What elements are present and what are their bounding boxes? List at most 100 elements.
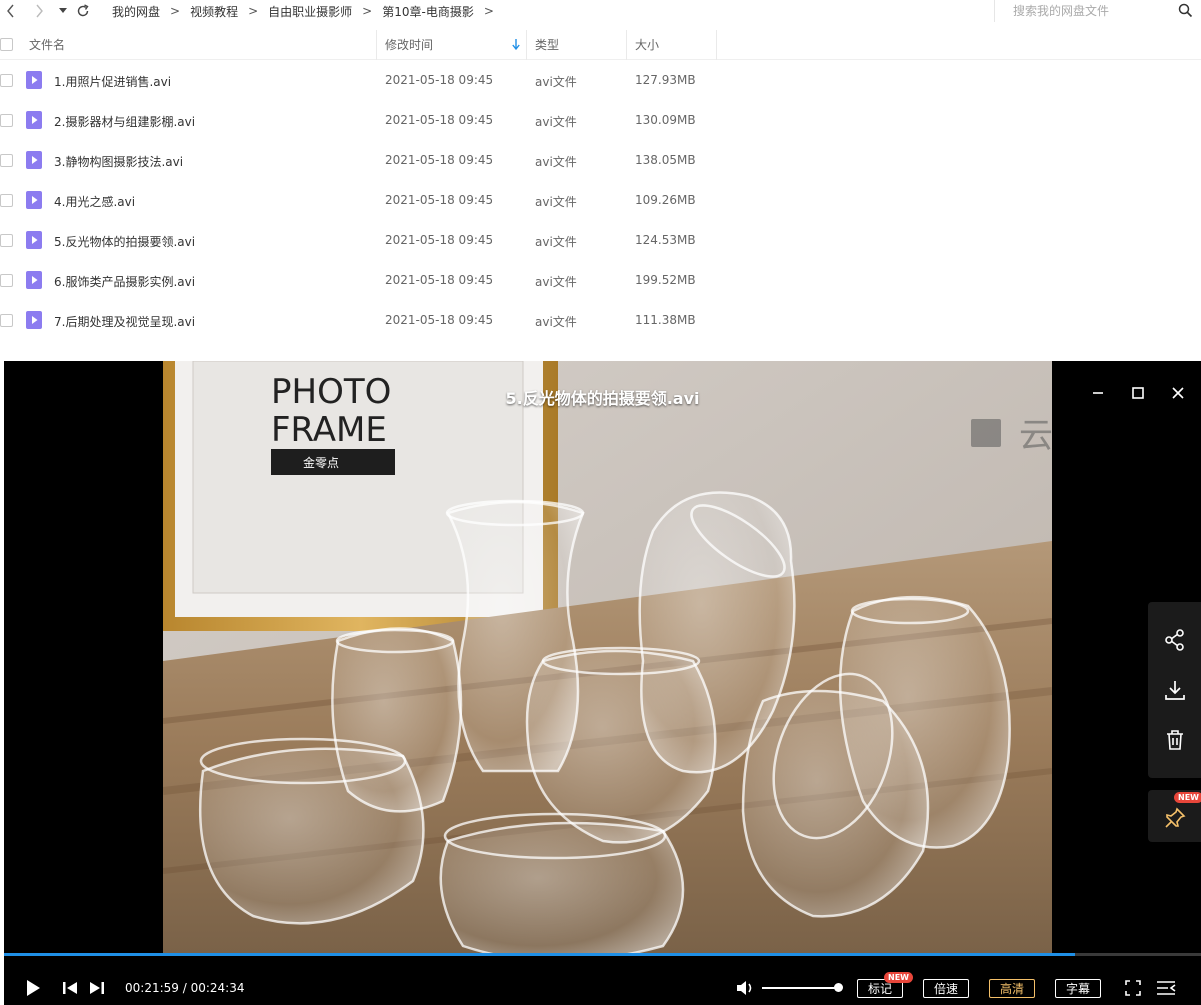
breadcrumb-separator[interactable]: > [480, 4, 498, 18]
column-header-time[interactable]: 修改时间 [377, 29, 527, 60]
next-icon[interactable] [87, 978, 107, 998]
progress-bar-fill [4, 953, 1076, 956]
file-list: 1.用照片促进销售.avi 2021-05-18 09:45 avi文件 127… [0, 60, 1201, 340]
video-title: 5.反光物体的拍摄要领.avi [505, 389, 700, 408]
file-size: 199.52MB [635, 273, 696, 287]
prev-icon[interactable] [60, 978, 80, 998]
sort-descending-icon [512, 38, 520, 53]
video-still-image: PHOTO FRAME 金零点 云 [163, 361, 1052, 954]
subtitle-button-label: 字幕 [1065, 982, 1090, 996]
current-time: 00:21:59 [125, 981, 179, 995]
column-header-name-label: 文件名 [29, 38, 66, 52]
column-header-size[interactable]: 大小 [627, 29, 717, 60]
file-name[interactable]: 4.用光之感.avi [54, 193, 135, 210]
pin-panel: NEW [1148, 790, 1201, 842]
row-checkbox[interactable] [0, 74, 13, 87]
history-dropdown-icon[interactable] [54, 1, 72, 21]
download-icon[interactable] [1163, 678, 1187, 702]
file-modified-time: 2021-05-18 09:45 [385, 233, 494, 247]
side-action-panel [1148, 602, 1201, 778]
column-header-name[interactable]: 文件名 [0, 29, 377, 60]
video-player[interactable]: PHOTO FRAME 金零点 云 5.反光物体的拍摄要领.avi NEW 00… [4, 361, 1201, 1005]
trash-icon[interactable] [1163, 728, 1187, 752]
forward-icon[interactable] [30, 1, 48, 21]
breadcrumb-separator: > [170, 4, 181, 18]
file-name[interactable]: 6.服饰类产品摄影实例.avi [54, 273, 195, 290]
file-name[interactable]: 1.用照片促进销售.avi [54, 73, 171, 90]
row-checkbox[interactable] [0, 154, 13, 167]
video-file-icon [26, 111, 42, 129]
progress-bar[interactable] [4, 953, 1201, 956]
row-checkbox[interactable] [0, 314, 13, 327]
row-checkbox[interactable] [0, 114, 13, 127]
breadcrumb-separator: > [362, 4, 373, 18]
total-duration: 00:24:34 [190, 981, 245, 995]
file-type: avi文件 [535, 115, 577, 129]
minimize-icon[interactable] [1088, 383, 1108, 403]
fullscreen-icon[interactable] [1123, 978, 1143, 998]
table-row[interactable]: 1.用照片促进销售.avi 2021-05-18 09:45 avi文件 127… [0, 60, 1201, 100]
breadcrumb-item[interactable]: 我的网盘 [106, 3, 166, 20]
breadcrumb-item[interactable]: 自由职业摄影师 [262, 3, 358, 20]
file-table-header: 文件名 修改时间 类型 大小 [0, 29, 1201, 60]
file-name[interactable]: 7.后期处理及视觉呈现.avi [54, 313, 195, 330]
file-size: 127.93MB [635, 73, 696, 87]
video-file-icon [26, 311, 42, 329]
row-checkbox[interactable] [0, 194, 13, 207]
playlist-icon[interactable] [1155, 978, 1177, 998]
volume-slider[interactable] [762, 987, 838, 989]
video-file-icon [26, 231, 42, 249]
search-icon[interactable] [1178, 3, 1193, 21]
quality-button[interactable]: 高清 [989, 979, 1035, 998]
new-badge: NEW [1174, 792, 1201, 803]
video-file-icon [26, 271, 42, 289]
file-name[interactable]: 5.反光物体的拍摄要领.avi [54, 233, 195, 250]
breadcrumb-item[interactable]: 第10章-电商摄影 [376, 3, 480, 20]
file-name[interactable]: 2.摄影器材与组建影棚.avi [54, 113, 195, 130]
maximize-icon[interactable] [1128, 383, 1148, 403]
file-name[interactable]: 3.静物构图摄影技法.avi [54, 153, 183, 170]
column-header-type-label: 类型 [535, 38, 560, 52]
row-checkbox[interactable] [0, 274, 13, 287]
time-display: 00:21:59 / 00:24:34 [125, 981, 244, 995]
new-badge: NEW [884, 972, 913, 983]
file-size: 124.53MB [635, 233, 696, 247]
player-controls: 00:21:59 / 00:24:34 标记 NEW 倍速 高清 字幕 [4, 961, 1201, 1005]
breadcrumb: 我的网盘 > 视频教程 > 自由职业摄影师 > 第10章-电商摄影 > [106, 3, 498, 20]
video-frame[interactable]: PHOTO FRAME 金零点 云 [163, 361, 1052, 954]
toolbar: 我的网盘 > 视频教程 > 自由职业摄影师 > 第10章-电商摄影 > [0, 0, 1201, 22]
table-row[interactable]: 7.后期处理及视觉呈现.avi 2021-05-18 09:45 avi文件 1… [0, 300, 1201, 340]
file-type: avi文件 [535, 275, 577, 289]
subtitle-button[interactable]: 字幕 [1055, 979, 1101, 998]
search-box [994, 0, 1201, 22]
table-row[interactable]: 2.摄影器材与组建影棚.avi 2021-05-18 09:45 avi文件 1… [0, 100, 1201, 140]
file-size: 109.26MB [635, 193, 696, 207]
video-file-icon [26, 191, 42, 209]
row-checkbox[interactable] [0, 234, 13, 247]
file-type: avi文件 [535, 195, 577, 209]
column-header-type[interactable]: 类型 [527, 29, 627, 60]
refresh-icon[interactable] [74, 1, 92, 21]
close-icon[interactable] [1168, 383, 1188, 403]
file-modified-time: 2021-05-18 09:45 [385, 193, 494, 207]
volume-icon[interactable] [734, 977, 756, 999]
volume-slider-handle[interactable] [834, 983, 843, 992]
search-input[interactable] [1013, 4, 1183, 18]
quality-button-label: 高清 [999, 982, 1024, 996]
table-row[interactable]: 5.反光物体的拍摄要领.avi 2021-05-18 09:45 avi文件 1… [0, 220, 1201, 260]
frame-label-text: 金零点 [303, 455, 339, 470]
table-row[interactable]: 3.静物构图摄影技法.avi 2021-05-18 09:45 avi文件 13… [0, 140, 1201, 180]
breadcrumb-item[interactable]: 视频教程 [184, 3, 244, 20]
file-type: avi文件 [535, 75, 577, 89]
speed-button-label: 倍速 [933, 982, 958, 996]
back-icon[interactable] [2, 1, 20, 21]
speed-button[interactable]: 倍速 [923, 979, 969, 998]
video-file-icon [26, 71, 42, 89]
table-row[interactable]: 6.服饰类产品摄影实例.avi 2021-05-18 09:45 avi文件 1… [0, 260, 1201, 300]
play-icon[interactable] [22, 977, 44, 999]
table-row[interactable]: 4.用光之感.avi 2021-05-18 09:45 avi文件 109.26… [0, 180, 1201, 220]
share-icon[interactable] [1163, 628, 1187, 652]
file-size: 130.09MB [635, 113, 696, 127]
pin-icon[interactable] [1163, 806, 1187, 830]
file-modified-time: 2021-05-18 09:45 [385, 73, 494, 87]
